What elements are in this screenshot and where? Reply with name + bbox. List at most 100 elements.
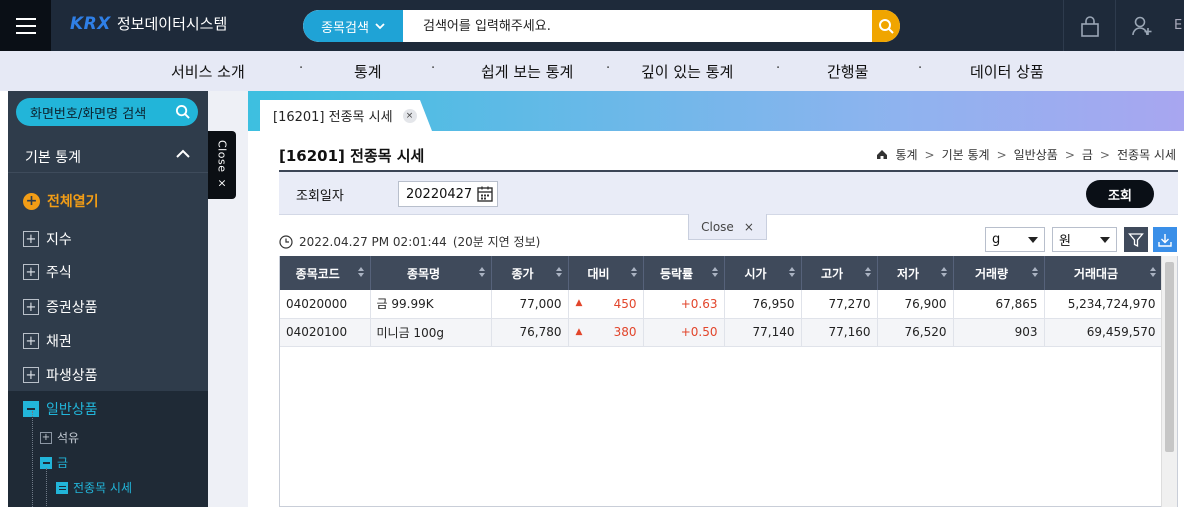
breadcrumb-item[interactable]: 금 bbox=[1082, 146, 1093, 163]
sidebar-screen-search[interactable]: 화면번호/화면명 검색 bbox=[16, 98, 198, 126]
expand-icon: + bbox=[23, 367, 39, 383]
sidebar-sub-item-oil[interactable]: + 석유 bbox=[40, 429, 79, 446]
cell-close: 76,780 bbox=[491, 318, 569, 347]
user-add-button[interactable] bbox=[1115, 0, 1167, 51]
column-header-label: 대비 bbox=[587, 266, 610, 281]
gnb-item-publications[interactable]: 간행물 bbox=[827, 61, 868, 82]
collapse-icon bbox=[40, 456, 52, 469]
cell-rate: +0.50 bbox=[643, 318, 725, 347]
column-header-name[interactable]: 종목명 bbox=[370, 256, 492, 290]
tree-line bbox=[46, 468, 47, 507]
gnb-separator: · bbox=[431, 61, 436, 76]
column-header-low[interactable]: 저가 bbox=[877, 256, 954, 290]
filter-close-button[interactable]: Close × bbox=[688, 214, 767, 240]
cell-name: 미니금 100g bbox=[370, 318, 492, 347]
search-type-dropdown[interactable]: 종목검색 bbox=[303, 10, 403, 42]
cell-change-value: 380 bbox=[613, 325, 637, 339]
table-row[interactable]: 04020100 미니금 100g 76,780 ▲ 380 +0.50 77,1… bbox=[280, 318, 1163, 347]
sidebar-item-derivatives[interactable]: + 파생상품 bbox=[8, 360, 208, 390]
gnb-item-easy-statistics[interactable]: 쉽게 보는 통계 bbox=[481, 61, 573, 82]
sidebar-item-bond[interactable]: + 채권 bbox=[8, 326, 208, 356]
breadcrumb-separator: > bbox=[1099, 147, 1110, 162]
sidebar-item-label: 주식 bbox=[46, 265, 72, 281]
breadcrumb-item-current: 전종목 시세 bbox=[1116, 148, 1176, 162]
gnb-item-deep-statistics[interactable]: 깊이 있는 통계 bbox=[641, 61, 733, 82]
sidebar-section-label: 기본 통계 bbox=[25, 149, 81, 166]
download-icon bbox=[1158, 233, 1172, 247]
column-header-label: 종목코드 bbox=[295, 266, 340, 281]
sidebar-item-index[interactable]: + 지수 bbox=[8, 224, 208, 254]
column-header-volume[interactable]: 거래량 bbox=[953, 256, 1045, 290]
column-header-open[interactable]: 시가 bbox=[724, 256, 802, 290]
sort-icon bbox=[478, 267, 485, 277]
price-grid: 종목코드 종목명 종가 대비 등락률 시가 고가 저가 거래량 거래대금 040… bbox=[279, 256, 1178, 507]
unit-select[interactable]: g bbox=[985, 227, 1045, 252]
sidebar-item-securities[interactable]: + 증권상품 bbox=[8, 292, 208, 322]
sidebar-item-stock[interactable]: + 주식 bbox=[8, 257, 208, 287]
search-button[interactable] bbox=[872, 10, 900, 42]
sidebar-close-label: Close × bbox=[215, 140, 229, 190]
query-filter: 조회일자 20220427 조회 bbox=[279, 172, 1178, 215]
table-row[interactable]: 04020000 금 99.99K 77,000 ▲ 450 +0.63 76,9… bbox=[280, 290, 1163, 319]
sort-icon bbox=[864, 267, 871, 277]
dropdown-arrow-icon bbox=[1100, 237, 1110, 243]
column-header-rate[interactable]: 등락률 bbox=[643, 256, 725, 290]
breadcrumb-item[interactable]: 통계 bbox=[895, 146, 917, 163]
cell-close: 77,000 bbox=[491, 290, 569, 319]
search-input[interactable] bbox=[403, 10, 872, 42]
column-header-value[interactable]: 거래대금 bbox=[1044, 256, 1163, 290]
sidebar-section-title[interactable]: 기본 통계 bbox=[8, 141, 208, 173]
breadcrumb-item[interactable]: 일반상품 bbox=[1014, 146, 1058, 163]
column-header-label: 거래량 bbox=[974, 266, 1009, 281]
tab-all-prices[interactable]: [16201] 전종목 시세 × bbox=[260, 100, 432, 131]
currency-select[interactable]: 원 bbox=[1052, 227, 1117, 252]
chevron-down-icon bbox=[375, 22, 385, 29]
sidebar-leaf-all-prices[interactable]: 전종목 시세 bbox=[56, 479, 132, 496]
download-button[interactable] bbox=[1153, 227, 1177, 252]
menu-icon-line bbox=[15, 17, 36, 20]
column-header-label: 시가 bbox=[744, 266, 767, 281]
column-header-close[interactable]: 종가 bbox=[491, 256, 569, 290]
column-header-high[interactable]: 고가 bbox=[801, 256, 878, 290]
sidebar-close-button[interactable]: Close × bbox=[208, 131, 236, 199]
search-icon bbox=[879, 19, 894, 34]
gnb-item-statistics[interactable]: 통계 bbox=[354, 61, 382, 82]
home-icon[interactable] bbox=[876, 149, 888, 160]
sidebar-item-commodities[interactable]: 일반상품 bbox=[8, 394, 208, 424]
calendar-icon[interactable] bbox=[476, 185, 494, 203]
query-button[interactable]: 조회 bbox=[1086, 180, 1154, 208]
lock-button[interactable] bbox=[1063, 0, 1115, 51]
sidebar-item-label: 지수 bbox=[46, 232, 72, 248]
language-toggle[interactable]: E bbox=[1174, 18, 1182, 33]
cell-value: 5,234,724,970 bbox=[1044, 290, 1163, 319]
close-icon[interactable]: × bbox=[402, 108, 417, 123]
column-header-label: 저가 bbox=[896, 266, 920, 281]
expand-icon: + bbox=[23, 333, 39, 349]
vertical-scrollbar[interactable] bbox=[1161, 256, 1177, 507]
gnb-item-service-intro[interactable]: 서비스 소개 bbox=[171, 61, 245, 82]
sort-icon bbox=[940, 267, 947, 277]
scrollbar-thumb[interactable] bbox=[1165, 262, 1174, 452]
date-field[interactable]: 20220427 bbox=[398, 181, 498, 207]
logo[interactable]: KRX 정보데이터시스템 bbox=[70, 13, 227, 34]
breadcrumb-separator: > bbox=[924, 147, 935, 162]
chevron-up-icon bbox=[176, 149, 190, 158]
logo-text: 정보데이터시스템 bbox=[116, 15, 228, 33]
cell-high: 77,270 bbox=[801, 290, 878, 319]
expand-icon: + bbox=[23, 299, 39, 315]
cell-change-value: 450 bbox=[613, 296, 637, 311]
expand-icon: + bbox=[23, 264, 39, 280]
timestamp-value: 2022.04.27 PM 02:01:44 bbox=[299, 234, 447, 249]
dropdown-arrow-icon bbox=[1028, 237, 1038, 243]
hamburger-menu-button[interactable] bbox=[0, 0, 51, 51]
filter-button[interactable] bbox=[1124, 227, 1148, 252]
column-header-code[interactable]: 종목코드 bbox=[280, 256, 371, 290]
sort-icon bbox=[1031, 267, 1038, 277]
gnb-item-data-products[interactable]: 데이터 상품 bbox=[970, 61, 1044, 82]
sidebar-item-label: 증권상품 bbox=[46, 300, 98, 316]
column-header-change[interactable]: 대비 bbox=[568, 256, 644, 290]
sidebar-sub-item-gold[interactable]: 금 bbox=[40, 454, 68, 471]
breadcrumb-item[interactable]: 기본 통계 bbox=[942, 146, 990, 163]
breadcrumb-separator: > bbox=[1064, 147, 1075, 162]
open-all-button[interactable]: + 전체열기 bbox=[8, 186, 208, 216]
